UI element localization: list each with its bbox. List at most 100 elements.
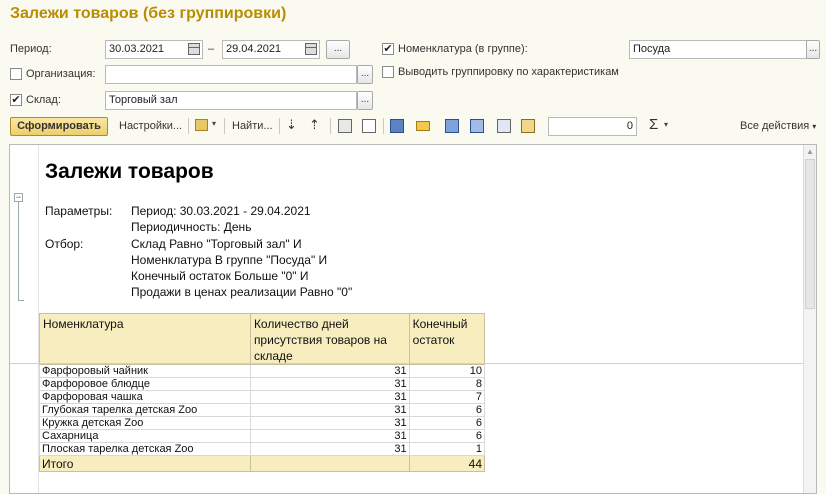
cell-name[interactable]: Сахарница	[39, 429, 251, 443]
sort-ascending-icon[interactable]: ⇣	[286, 117, 297, 133]
organization-select-button[interactable]: ...	[357, 65, 373, 84]
total-days	[249, 455, 410, 472]
generate-button[interactable]: Сформировать	[10, 117, 108, 136]
column-header-nomenclature[interactable]: Номенклатура	[39, 313, 251, 365]
warehouse-select-button[interactable]: ...	[357, 91, 373, 110]
save-icon[interactable]	[390, 119, 404, 133]
cell-name[interactable]: Кружка детская Zoo	[39, 416, 251, 430]
cell-days[interactable]: 31	[249, 442, 410, 456]
cell-rest[interactable]: 6	[408, 429, 486, 443]
cell-name[interactable]: Фарфоровый чайник	[39, 364, 251, 378]
date-to-value: 29.04.2021	[226, 43, 282, 55]
period-label: Период:	[10, 43, 52, 55]
group-by-characteristics-checkbox[interactable]	[382, 66, 394, 78]
toolbar-separator	[383, 118, 384, 134]
cell-name[interactable]: Плоская тарелка детская Zoo	[39, 442, 251, 456]
sum-field[interactable]: 0	[548, 117, 637, 136]
table-row[interactable]: Кружка детская Zoo 31 6	[39, 416, 486, 430]
warehouse-value: Торговый зал	[109, 94, 178, 106]
cell-rest[interactable]: 6	[408, 416, 486, 430]
find-button[interactable]: Найти...	[232, 120, 273, 132]
cell-days[interactable]: 31	[249, 390, 410, 404]
table-row[interactable]: Фарфоровое блюдце 31 8	[39, 377, 486, 391]
organization-field[interactable]	[105, 65, 357, 84]
total-value: 44	[408, 455, 486, 472]
mail-icon[interactable]	[416, 121, 430, 131]
paste-icon[interactable]	[470, 119, 484, 133]
scrollbar-thumb[interactable]	[805, 159, 815, 309]
cell-name[interactable]: Глубокая тарелка детская Zoo	[39, 403, 251, 417]
cell-name[interactable]: Фарфоровое блюдце	[39, 377, 251, 391]
nomenclature-checkbox[interactable]: ✔	[382, 43, 394, 55]
table-row[interactable]: Фарфоровый чайник 31 10	[39, 364, 486, 378]
chevron-down-icon[interactable]: ▾	[664, 120, 668, 129]
window-title: Залежи товаров (без группировки)	[10, 5, 287, 22]
warehouse-label: Склад:	[26, 94, 61, 106]
report-table: Номенклатура Количество дней присутствия…	[39, 313, 486, 472]
sum-value: 0	[626, 120, 633, 132]
scroll-up-icon[interactable]: ▲	[806, 147, 814, 156]
filter-line: Склад Равно "Торговый зал" И	[131, 237, 302, 251]
sigma-icon[interactable]: Σ	[649, 116, 658, 133]
collapse-group-icon[interactable]: −	[14, 193, 23, 202]
toolbar-separator	[279, 118, 280, 134]
calendar-icon[interactable]	[305, 43, 317, 55]
column-header-days[interactable]: Количество дней присутствия товаров на с…	[249, 313, 410, 365]
vertical-scrollbar[interactable]: ▲	[803, 145, 816, 493]
params-label: Параметры:	[45, 204, 113, 218]
group-bracket-line	[18, 202, 19, 300]
warehouse-checkbox[interactable]: ✔	[10, 94, 22, 106]
total-label: Итого	[39, 455, 251, 472]
calendar-icon[interactable]	[188, 43, 200, 55]
cell-name[interactable]: Фарфоровая чашка	[39, 390, 251, 404]
toolbar-separator	[330, 118, 331, 134]
cell-rest[interactable]: 1	[408, 442, 486, 456]
cell-days[interactable]: 31	[249, 364, 410, 378]
date-from-value: 30.03.2021	[109, 43, 165, 55]
nomenclature-value: Посуда	[633, 43, 671, 55]
cell-days[interactable]: 31	[249, 416, 410, 430]
filter-line: Конечный остаток Больше "0" И	[131, 269, 309, 283]
toolbar-separator	[188, 118, 189, 134]
cell-rest[interactable]: 7	[408, 390, 486, 404]
group-by-characteristics-label: Выводить группировку по характеристикам	[398, 66, 619, 78]
cell-rest[interactable]: 10	[408, 364, 486, 378]
table-row[interactable]: Фарфоровая чашка 31 7	[39, 390, 486, 404]
cell-rest[interactable]: 6	[408, 403, 486, 417]
settings-button[interactable]: Настройки...	[119, 120, 182, 132]
preview-icon[interactable]	[362, 119, 376, 133]
organization-checkbox[interactable]	[10, 68, 22, 80]
organization-label: Организация:	[26, 68, 96, 80]
variant-icon[interactable]	[195, 119, 208, 131]
filter-line: Номенклатура В группе "Посуда" И	[131, 253, 328, 267]
group-bracket-end	[18, 300, 24, 301]
period-select-button[interactable]: ...	[326, 40, 350, 59]
chevron-down-icon: ▾	[812, 122, 817, 131]
clipboard-icon[interactable]	[521, 119, 535, 133]
table-row[interactable]: Глубокая тарелка детская Zoo 31 6	[39, 403, 486, 417]
cell-days[interactable]: 31	[249, 377, 410, 391]
print-icon[interactable]	[338, 119, 352, 133]
cell-days[interactable]: 31	[249, 403, 410, 417]
chevron-down-icon[interactable]: ▾	[212, 119, 216, 128]
toolbar-separator	[224, 118, 225, 134]
nomenclature-field[interactable]: Посуда	[629, 40, 807, 59]
report-area[interactable]: − Залежи товаров Параметры: Период: 30.0…	[9, 144, 817, 494]
cell-days[interactable]: 31	[249, 429, 410, 443]
date-range-dash: –	[208, 43, 215, 55]
all-actions-button[interactable]: Все действия ▾	[740, 120, 816, 132]
warehouse-field[interactable]: Торговый зал	[105, 91, 357, 110]
cell-rest[interactable]: 8	[408, 377, 486, 391]
column-header-rest[interactable]: Конечный остаток	[408, 313, 486, 365]
copy-icon[interactable]	[497, 119, 511, 133]
filter-label: Отбор:	[45, 237, 84, 251]
sort-descending-icon[interactable]: ⇡	[309, 117, 320, 133]
total-row[interactable]: Итого 44	[39, 455, 486, 472]
table-row[interactable]: Сахарница 31 6	[39, 429, 486, 443]
report-title: Залежи товаров	[45, 160, 214, 183]
all-actions-label: Все действия	[740, 120, 810, 132]
table-row[interactable]: Плоская тарелка детская Zoo 31 1	[39, 442, 486, 456]
copy-to-clipboard-icon[interactable]	[445, 119, 459, 133]
periodicity-line: Периодичность: День	[131, 220, 252, 234]
nomenclature-select-button[interactable]: ...	[806, 40, 820, 59]
